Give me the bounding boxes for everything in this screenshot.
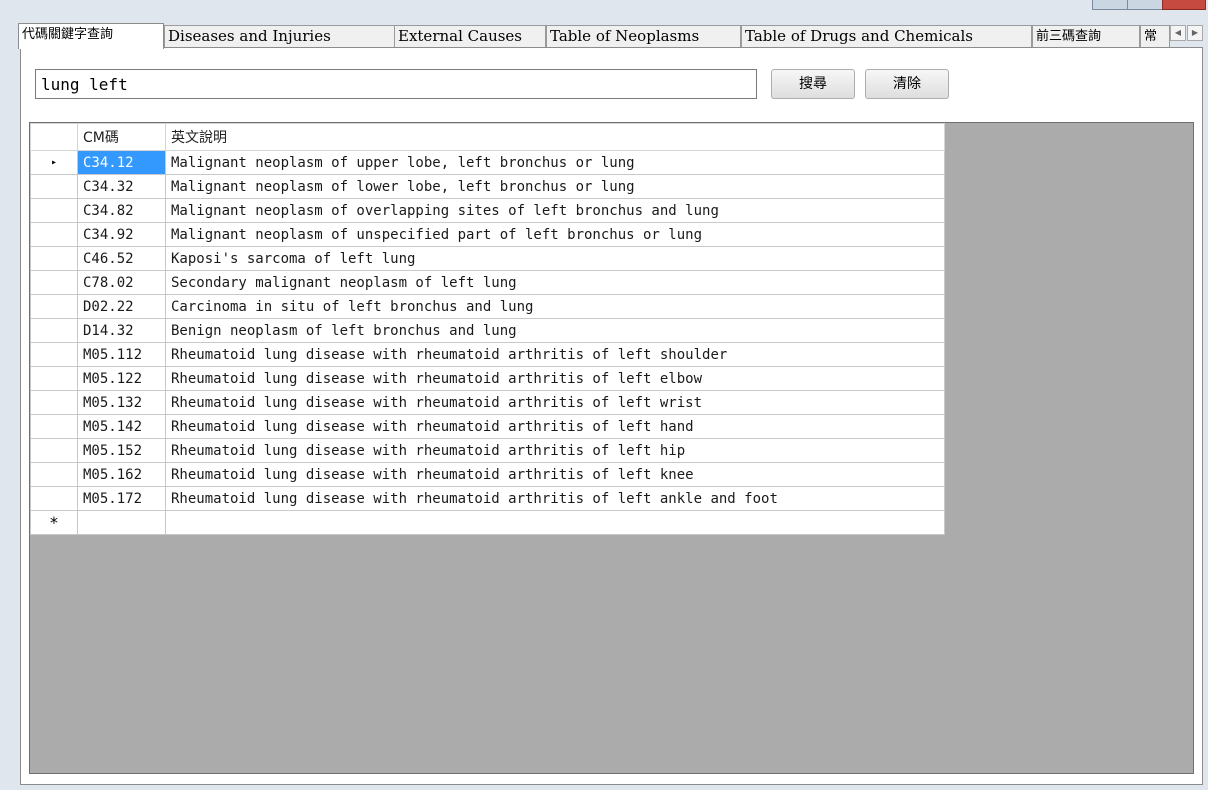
tab-drugs-chemicals[interactable]: Table of Drugs and Chemicals xyxy=(741,25,1032,47)
row-header[interactable] xyxy=(30,414,78,439)
description-cell[interactable]: Rheumatoid lung disease with rheumatoid … xyxy=(165,390,945,415)
code-cell[interactable]: D02.22 xyxy=(77,294,166,319)
new-row-marker: * xyxy=(30,510,78,535)
code-cell[interactable]: M05.152 xyxy=(77,438,166,463)
minimize-button[interactable] xyxy=(1092,0,1128,10)
table-row[interactable]: C34.92 Malignant neoplasm of unspecified… xyxy=(30,222,945,247)
table-row[interactable]: M05.122 Rheumatoid lung disease with rhe… xyxy=(30,366,945,391)
description-cell[interactable]: Benign neoplasm of left bronchus and lun… xyxy=(165,318,945,343)
description-cell[interactable]: Malignant neoplasm of upper lobe, left b… xyxy=(165,150,945,175)
row-header[interactable] xyxy=(30,294,78,319)
row-header[interactable] xyxy=(30,390,78,415)
tab-diseases-injuries[interactable]: Diseases and Injuries xyxy=(164,25,397,47)
tab-table-of-neoplasms[interactable]: Table of Neoplasms xyxy=(546,25,741,47)
description-cell[interactable]: Kaposi's sarcoma of left lung xyxy=(165,246,945,271)
table-row[interactable]: C46.52 Kaposi's sarcoma of left lung xyxy=(30,246,945,271)
row-header[interactable] xyxy=(30,486,78,511)
table-row[interactable]: D02.22 Carcinoma in situ of left bronchu… xyxy=(30,294,945,319)
results-table: CM碼 英文說明 ▸ C34.12 Malignant neoplasm of … xyxy=(30,123,945,535)
table-row[interactable]: C34.82 Malignant neoplasm of overlapping… xyxy=(30,198,945,223)
tab-first-three-code[interactable]: 前三碼查詢 xyxy=(1032,25,1140,47)
row-header[interactable] xyxy=(30,270,78,295)
description-cell[interactable]: Rheumatoid lung disease with rheumatoid … xyxy=(165,414,945,439)
table-row[interactable]: C34.32 Malignant neoplasm of lower lobe,… xyxy=(30,174,945,199)
code-cell[interactable]: M05.122 xyxy=(77,366,166,391)
table-row[interactable]: M05.162 Rheumatoid lung disease with rhe… xyxy=(30,462,945,487)
code-cell[interactable]: C46.52 xyxy=(77,246,166,271)
tab-panel: 搜尋 清除 CM碼 英文說明 ▸ C34.12 Malignant neopla… xyxy=(20,47,1203,785)
table-row[interactable]: M05.112 Rheumatoid lung disease with rhe… xyxy=(30,342,945,367)
chevron-right-icon[interactable]: ▶ xyxy=(1187,25,1203,41)
tab-strip: 代碼關鍵字查詢 Diseases and Injuries External C… xyxy=(18,23,1204,49)
code-cell[interactable]: C34.82 xyxy=(77,198,166,223)
code-cell[interactable]: M05.172 xyxy=(77,486,166,511)
description-cell[interactable]: Rheumatoid lung disease with rheumatoid … xyxy=(165,462,945,487)
code-cell[interactable]: C34.92 xyxy=(77,222,166,247)
code-cell[interactable]: C78.02 xyxy=(77,270,166,295)
row-header[interactable] xyxy=(30,438,78,463)
row-header[interactable] xyxy=(30,222,78,247)
row-header-corner xyxy=(30,123,78,151)
column-header-description[interactable]: 英文說明 xyxy=(165,123,945,151)
new-row[interactable]: * xyxy=(30,510,945,535)
header-row: CM碼 英文說明 xyxy=(30,123,945,151)
description-cell[interactable]: Rheumatoid lung disease with rheumatoid … xyxy=(165,486,945,511)
table-row[interactable]: M05.152 Rheumatoid lung disease with rhe… xyxy=(30,438,945,463)
search-button[interactable]: 搜尋 xyxy=(771,69,855,99)
description-cell[interactable]: Rheumatoid lung disease with rheumatoid … xyxy=(165,366,945,391)
description-cell[interactable]: Malignant neoplasm of lower lobe, left b… xyxy=(165,174,945,199)
description-cell[interactable]: Carcinoma in situ of left bronchus and l… xyxy=(165,294,945,319)
description-cell[interactable]: Rheumatoid lung disease with rheumatoid … xyxy=(165,342,945,367)
close-button[interactable] xyxy=(1162,0,1206,10)
description-cell[interactable] xyxy=(165,510,945,535)
row-header[interactable] xyxy=(30,246,78,271)
row-header[interactable] xyxy=(30,174,78,199)
column-header-code[interactable]: CM碼 xyxy=(77,123,166,151)
code-cell[interactable]: D14.32 xyxy=(77,318,166,343)
code-cell[interactable]: M05.132 xyxy=(77,390,166,415)
description-cell[interactable]: Secondary malignant neoplasm of left lun… xyxy=(165,270,945,295)
maximize-button[interactable] xyxy=(1127,0,1163,10)
current-row-marker: ▸ xyxy=(30,150,78,175)
description-cell[interactable]: Malignant neoplasm of overlapping sites … xyxy=(165,198,945,223)
description-cell[interactable]: Rheumatoid lung disease with rheumatoid … xyxy=(165,438,945,463)
row-header[interactable] xyxy=(30,318,78,343)
tab-scroll-buttons: ◀ ▶ xyxy=(1170,25,1204,42)
code-cell[interactable]: M05.162 xyxy=(77,462,166,487)
row-header[interactable] xyxy=(30,198,78,223)
tab-keyword-search[interactable]: 代碼關鍵字查詢 xyxy=(18,23,164,49)
table-row[interactable]: C78.02 Secondary malignant neoplasm of l… xyxy=(30,270,945,295)
row-header[interactable] xyxy=(30,462,78,487)
table-row[interactable]: D14.32 Benign neoplasm of left bronchus … xyxy=(30,318,945,343)
code-cell[interactable]: M05.112 xyxy=(77,342,166,367)
table-row[interactable]: M05.142 Rheumatoid lung disease with rhe… xyxy=(30,414,945,439)
code-cell[interactable]: M05.142 xyxy=(77,414,166,439)
table-row[interactable]: M05.132 Rheumatoid lung disease with rhe… xyxy=(30,390,945,415)
chevron-left-icon[interactable]: ◀ xyxy=(1170,25,1186,41)
description-cell[interactable]: Malignant neoplasm of unspecified part o… xyxy=(165,222,945,247)
code-cell[interactable]: C34.12 xyxy=(77,150,166,175)
code-cell[interactable] xyxy=(77,510,166,535)
window-title-buttons xyxy=(1088,0,1208,10)
results-grid: CM碼 英文說明 ▸ C34.12 Malignant neoplasm of … xyxy=(29,122,1194,774)
table-row[interactable]: ▸ C34.12 Malignant neoplasm of upper lob… xyxy=(30,150,945,175)
table-row[interactable]: M05.172 Rheumatoid lung disease with rhe… xyxy=(30,486,945,511)
clear-button[interactable]: 清除 xyxy=(865,69,949,99)
code-cell[interactable]: C34.32 xyxy=(77,174,166,199)
row-header[interactable] xyxy=(30,342,78,367)
tab-common[interactable]: 常 xyxy=(1140,25,1170,47)
search-input[interactable] xyxy=(35,69,757,99)
tab-external-causes[interactable]: External Causes xyxy=(394,25,546,47)
row-header[interactable] xyxy=(30,366,78,391)
